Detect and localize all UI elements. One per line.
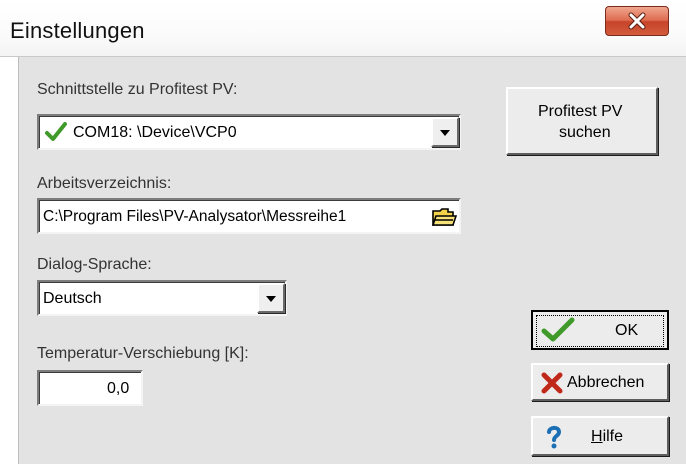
temperature-label: Temperatur-Verschiebung [K]: [37, 345, 249, 362]
chevron-down-icon [266, 296, 276, 302]
window-title: Einstellungen [10, 18, 145, 43]
browse-folder-button[interactable] [429, 204, 459, 230]
cancel-button[interactable]: Abbrechen [531, 363, 669, 401]
language-dropdown-button[interactable] [257, 283, 285, 313]
language-dropdown[interactable]: Deutsch [37, 280, 287, 316]
search-button-line2: suchen [559, 124, 611, 141]
language-value: Deutsch [43, 290, 102, 307]
temperature-field[interactable]: 0,0 [37, 370, 143, 406]
temperature-value: 0,0 [107, 380, 130, 397]
check-icon [541, 317, 575, 342]
title-bar: Einstellungen [0, 0, 686, 57]
cancel-label: Abbrechen [567, 374, 645, 391]
help-mnemonic: H [591, 428, 603, 445]
help-button[interactable]: Hilfe [531, 416, 669, 456]
check-icon [45, 122, 67, 141]
workdir-field[interactable]: C:\Program Files\PV-Analysator\Messreihe… [37, 198, 461, 234]
cancel-x-icon [541, 372, 563, 394]
interface-value: COM18: \Device\VCP0 [73, 124, 237, 141]
workdir-value: C:\Program Files\PV-Analysator\Messreihe… [43, 208, 347, 225]
close-icon [628, 12, 646, 30]
close-button[interactable] [605, 6, 669, 36]
dialog-client-area: Schnittstelle zu Profitest PV: COM18: \D… [18, 57, 686, 464]
workdir-label: Arbeitsverzeichnis: [37, 175, 172, 192]
interface-label: Schnittstelle zu Profitest PV: [37, 81, 238, 98]
interface-dropdown-button[interactable] [431, 117, 459, 147]
language-label: Dialog-Sprache: [37, 256, 152, 273]
ok-button[interactable]: OK [531, 310, 669, 350]
help-label-rest: ilfe [602, 428, 624, 445]
search-button-line1: Profitest PV [538, 103, 623, 120]
folder-icon [431, 208, 457, 226]
help-question-icon [547, 425, 562, 449]
help-label: Hilfe [591, 428, 623, 446]
search-profitest-button[interactable]: Profitest PV suchen [506, 87, 658, 155]
interface-dropdown[interactable]: COM18: \Device\VCP0 [37, 114, 461, 150]
chevron-down-icon [440, 130, 450, 136]
ok-label: OK [615, 322, 639, 339]
